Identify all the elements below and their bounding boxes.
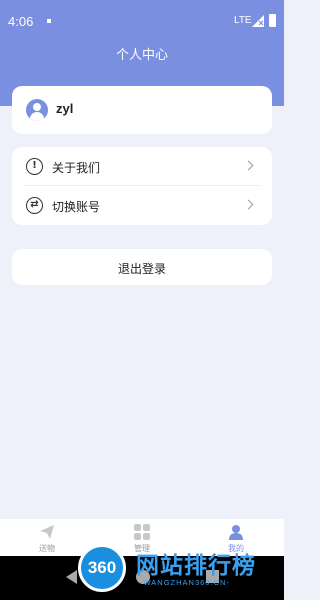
grid-icon [134,524,150,540]
watermark-logo: 360 [78,544,126,592]
paper-plane-icon [40,525,54,539]
notification-dot-icon [47,19,51,23]
logout-button[interactable]: 退出登录 [12,249,272,285]
battery-icon [269,14,276,27]
menu-item-about-us[interactable]: ! 关于我们 [12,147,272,186]
status-time: 4:06 [8,14,34,29]
watermark-title: 网站排行榜 [136,553,256,579]
logout-label: 退出登录 [117,262,166,276]
tab-send[interactable]: 送物 [17,519,77,556]
back-icon[interactable] [66,570,77,584]
menu-card: ! 关于我们 ⇄ 切换账号 [12,147,272,225]
status-bar: 4:06 LTE [0,0,284,40]
info-circle-icon: ! [26,158,43,175]
page-title: 个人中心 [115,48,168,63]
signal-icon [252,15,264,27]
person-icon [229,525,243,540]
watermark-subtitle: -WANGZHAN360.CN- [140,578,230,587]
chevron-right-icon [243,199,254,210]
username: zyl [56,101,74,116]
user-avatar-icon [26,99,48,121]
tab-label: 送物 [39,544,55,553]
network-type: LTE [234,15,252,26]
menu-item-label: 关于我们 [52,161,101,175]
switch-account-icon: ⇄ [26,197,43,214]
menu-item-switch-account[interactable]: ⇄ 切换账号 [12,186,272,225]
profile-card[interactable]: zyl [12,86,272,134]
watermark: 360 网站排行榜 -WANGZHAN360.CN- [78,540,284,598]
chevron-right-icon [243,160,254,171]
menu-item-label: 切换账号 [52,200,101,214]
